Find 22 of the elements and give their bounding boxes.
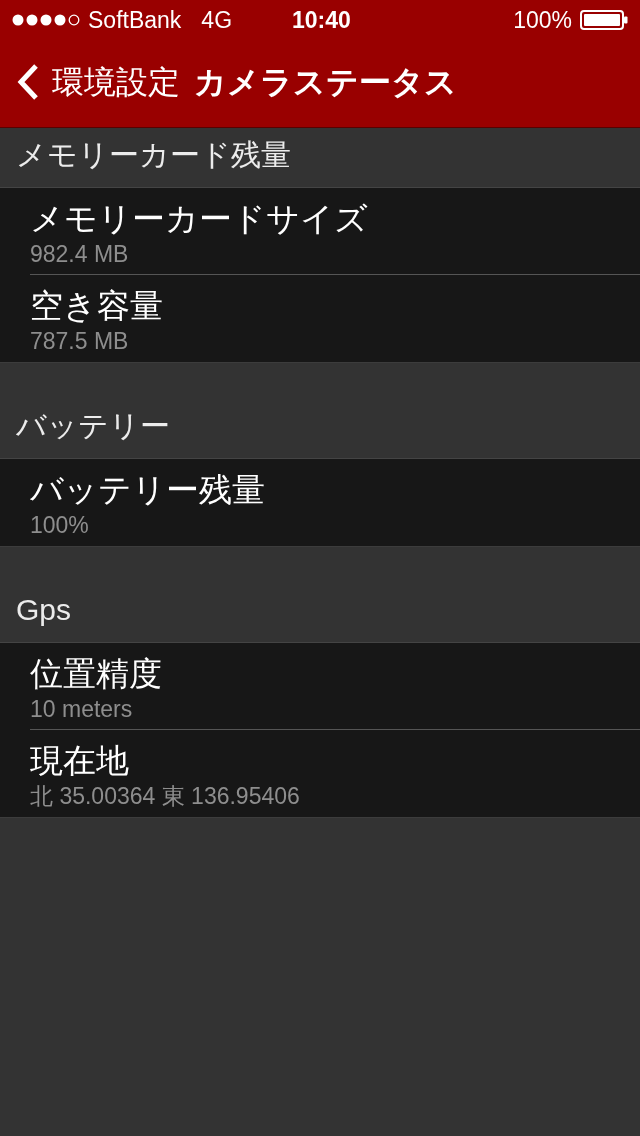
row-value: 787.5 MB: [30, 327, 129, 355]
battery-percentage: 100%: [513, 6, 572, 34]
status-time: 10:40: [292, 6, 351, 34]
row-title: メモリーカードサイズ: [30, 199, 368, 239]
network-type: 4G: [201, 6, 233, 34]
back-button[interactable]: 環境設定: [16, 61, 180, 102]
battery-icon: [580, 10, 628, 30]
row-value: 北 35.00364 東 136.95406: [30, 782, 300, 810]
row-title: 位置精度: [30, 654, 162, 694]
carrier-name: SoftBank: [88, 6, 182, 34]
row-title: 空き容量: [30, 286, 163, 326]
row-title: 現在地: [30, 741, 129, 781]
back-chevron-icon: [16, 62, 40, 101]
row-value: 100%: [30, 511, 89, 539]
signal-strength-icon: [12, 14, 80, 26]
row-title: バッテリー残量: [30, 470, 265, 510]
row-value: 10 meters: [30, 695, 133, 723]
navigation-title: カメラステータス: [194, 62, 457, 102]
section-header: Gps: [16, 592, 72, 628]
section-header: メモリーカード残量: [16, 137, 291, 173]
row-value: 982.4 MB: [30, 240, 129, 268]
section-header: バッテリー: [16, 408, 170, 444]
